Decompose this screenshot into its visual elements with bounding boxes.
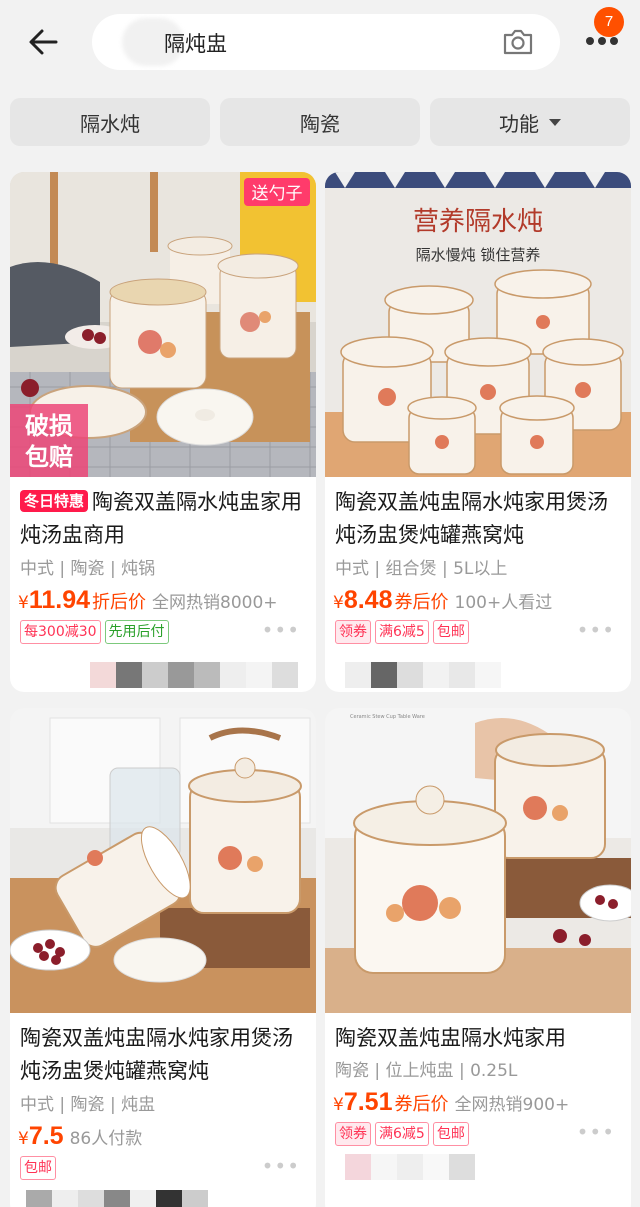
product-card[interactable]: 破损 包赔 送勺子 冬日特惠 陶瓷双盖隔水炖盅家用炖汤盅商用 中式 | 陶瓷 | … bbox=[10, 172, 316, 692]
camera-icon[interactable] bbox=[502, 27, 534, 57]
more-options-icon[interactable]: ••• bbox=[262, 618, 300, 642]
product-card[interactable]: 陶瓷双盖炖盅隔水炖家用煲汤炖汤盅煲炖罐燕窝炖 中式 | 陶瓷 | 炖盅 ¥7.5… bbox=[10, 708, 316, 1207]
banner-subtitle: 隔水慢炖 锁住营养 bbox=[416, 246, 541, 264]
product-image[interactable]: Ceramic Stew Cup Table Ware bbox=[325, 708, 631, 1013]
free-shipping-tag: 包邮 bbox=[20, 1156, 56, 1180]
price: 7.51 bbox=[343, 1088, 393, 1116]
damage-compensation-line1: 破损 bbox=[25, 412, 73, 440]
banner-title: 营养隔水炖 bbox=[413, 207, 543, 237]
damage-compensation-line2: 包赔 bbox=[25, 443, 73, 471]
product-attributes: 中式 | 陶瓷 | 炖盅 bbox=[20, 1095, 156, 1115]
pay-later-tag: 先用后付 bbox=[104, 620, 169, 644]
price: 11.94 bbox=[28, 586, 91, 614]
free-shipping-tag: 包邮 bbox=[432, 620, 469, 644]
promo-tags: 每300减30 先用后付 bbox=[20, 620, 169, 644]
back-arrow-icon[interactable] bbox=[26, 24, 62, 60]
price-row: ¥7.5 86人付款 bbox=[18, 1122, 143, 1150]
product-title[interactable]: 冬日特惠 陶瓷双盖隔水炖盅家用炖汤盅商用 bbox=[20, 486, 310, 552]
coupon-tag[interactable]: 领券 bbox=[335, 620, 371, 644]
price: 7.5 bbox=[28, 1122, 64, 1150]
product-title[interactable]: 陶瓷双盖炖盅隔水炖家用煲汤炖汤盅煲炖罐燕窝炖 bbox=[20, 1022, 310, 1088]
price-row: ¥7.51 券后价 全网热销900+ bbox=[333, 1088, 570, 1116]
product-attributes: 中式 | 组合煲 | 5L以上 bbox=[335, 559, 508, 579]
price: 8.48 bbox=[343, 586, 393, 614]
views-stat: 100+人看过 bbox=[454, 593, 553, 613]
blurred-text bbox=[345, 662, 501, 688]
product-image[interactable]: 营养隔水炖 隔水慢炖 锁住营养 bbox=[325, 172, 631, 477]
filter-chip-water-stew[interactable]: 隔水炖 bbox=[10, 98, 210, 146]
blurred-text bbox=[90, 662, 298, 688]
image-watermark: Ceramic Stew Cup Table Ware bbox=[350, 714, 425, 720]
product-image[interactable] bbox=[10, 708, 316, 1013]
product-attributes: 中式 | 陶瓷 | 炖锅 bbox=[20, 559, 156, 579]
price-label: 券后价 bbox=[394, 1094, 449, 1115]
sales-stat: 全网热销900+ bbox=[454, 1095, 570, 1115]
free-shipping-tag: 包邮 bbox=[432, 1122, 469, 1146]
discount-tag: 每300减30 bbox=[20, 620, 101, 644]
price-label: 券后价 bbox=[394, 592, 449, 613]
discount-tag: 满6减5 bbox=[375, 620, 429, 644]
price-row: ¥8.48 券后价 100+人看过 bbox=[333, 586, 553, 614]
promo-tags: 领券 满6减5 包邮 bbox=[335, 620, 469, 644]
product-title[interactable]: 陶瓷双盖炖盅隔水炖家用煲汤炖汤盅煲炖罐燕窝炖 bbox=[335, 486, 625, 552]
promo-tag: 冬日特惠 bbox=[20, 490, 89, 512]
product-card[interactable]: 营养隔水炖 隔水慢炖 锁住营养 陶瓷双盖炖盅隔水炖家用煲汤炖汤盅煲炖罐燕窝炖 中… bbox=[325, 172, 631, 692]
gift-badge: 送勺子 bbox=[252, 184, 303, 204]
promo-tags: 包邮 bbox=[20, 1156, 56, 1180]
discount-tag: 满6减5 bbox=[375, 1122, 429, 1146]
top-bar: 隔炖盅 7 bbox=[0, 0, 640, 82]
more-icon[interactable] bbox=[584, 34, 620, 48]
promo-tags: 领券 满6减5 包邮 bbox=[335, 1122, 469, 1146]
search-input[interactable]: 隔炖盅 bbox=[92, 14, 560, 70]
price-label: 折后价 bbox=[92, 592, 147, 613]
coupon-tag[interactable]: 领券 bbox=[335, 1122, 371, 1146]
dropdown-triangle-icon bbox=[549, 118, 561, 126]
blurred-text bbox=[26, 1190, 208, 1207]
product-image[interactable]: 破损 包赔 送勺子 bbox=[10, 172, 316, 477]
search-query: 隔炖盅 bbox=[164, 32, 227, 56]
more-options-icon[interactable]: ••• bbox=[262, 1154, 300, 1178]
blurred-text bbox=[345, 1154, 475, 1180]
filter-chip-function[interactable]: 功能 bbox=[430, 98, 630, 146]
notification-badge: 7 bbox=[594, 7, 624, 37]
product-attributes: 陶瓷 | 位上炖盅 | 0.25L bbox=[335, 1061, 518, 1081]
product-card[interactable]: Ceramic Stew Cup Table Ware 陶瓷双盖炖盅隔水炖家用 … bbox=[325, 708, 631, 1207]
price-row: ¥11.94 折后价 全网热销8000+ bbox=[18, 586, 278, 614]
product-title[interactable]: 陶瓷双盖炖盅隔水炖家用 bbox=[335, 1022, 625, 1055]
more-options-icon[interactable]: ••• bbox=[577, 1120, 615, 1144]
more-options-icon[interactable]: ••• bbox=[577, 618, 615, 642]
filter-chip-ceramic[interactable]: 陶瓷 bbox=[220, 98, 420, 146]
payment-count: 86人付款 bbox=[69, 1129, 143, 1149]
sales-stat: 全网热销8000+ bbox=[152, 593, 278, 613]
